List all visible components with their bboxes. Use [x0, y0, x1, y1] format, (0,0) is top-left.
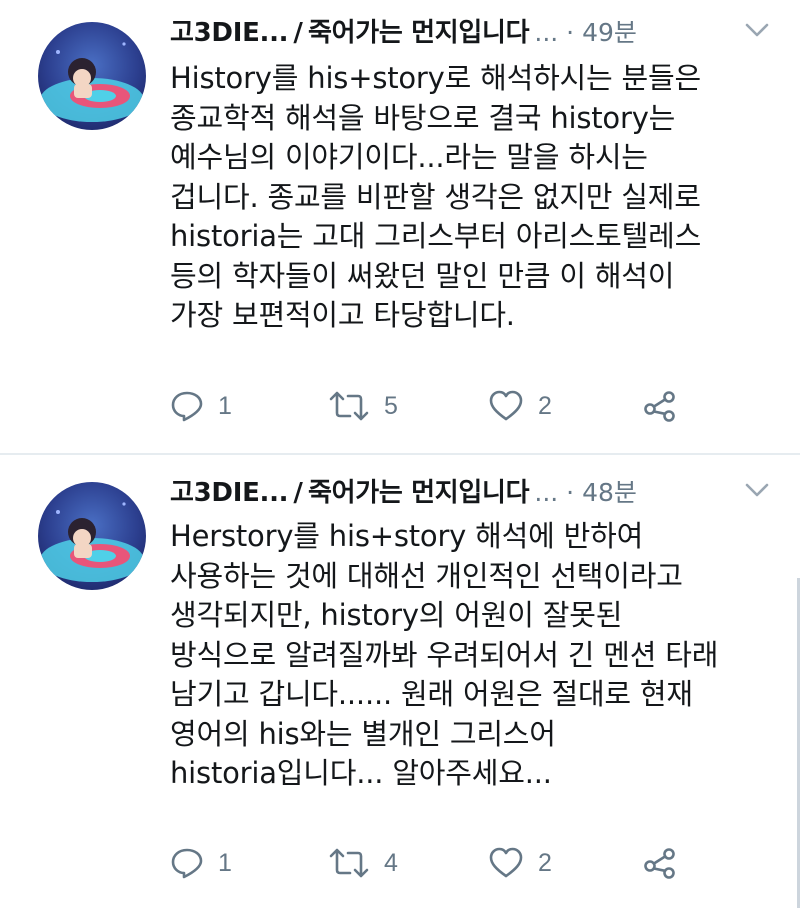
tweet-header: 고3DIE... / 죽어가는 먼지입니다 ... · 48분 [170, 472, 800, 512]
tweet-text-line: 남기고 갑니다...... 원래 어원은 절대로 현재 [170, 677, 693, 711]
author-display-name[interactable]: 죽어가는 먼지입니다 [308, 478, 530, 508]
share-icon [642, 846, 678, 880]
tweet-text-line: historia입니다... 알아주세요... [170, 756, 552, 790]
author-name[interactable]: 고3DIE... [170, 478, 289, 508]
retweet-icon [328, 389, 370, 423]
retweet-button[interactable]: 5 [328, 386, 398, 426]
tweet-text-line: historia는 고대 그리스부터 아리스토텔레스 [170, 219, 702, 253]
tweet-text-line: History를 his+story로 해석하시는 분들은 [170, 61, 701, 95]
like-count: 2 [538, 391, 552, 420]
share-button[interactable] [642, 386, 678, 426]
tweet-text-line: 겁니다. 종교를 비판할 생각은 없지만 실제로 [170, 179, 701, 214]
tweet-header: 고3DIE... / 죽어가는 먼지입니다 ... · 49분 [170, 12, 800, 52]
share-button[interactable] [642, 843, 678, 883]
tweet[interactable]: 고3DIE... / 죽어가는 먼지입니다 ... · 48분 Herstory… [0, 455, 800, 915]
tweet-actions: 1 5 2 [170, 386, 730, 426]
share-icon [642, 389, 678, 423]
like-button[interactable]: 2 [488, 386, 552, 426]
tweet-text-line: 생각되지만, history의 어원이 잘못된 [170, 598, 623, 632]
reply-button[interactable]: 1 [170, 843, 232, 883]
name-separator: / [293, 478, 303, 508]
author-display-name[interactable]: 죽어가는 먼지입니다 [308, 18, 530, 48]
tweet-actions: 1 4 2 [170, 843, 730, 883]
tweet-text: History를 his+story로 해석하시는 분들은 종교학적 해석을 바… [170, 59, 785, 336]
avatar[interactable] [38, 482, 146, 590]
tweet-text-line: 사용하는 것에 대해선 개인적인 선택이라고 [170, 558, 683, 593]
reply-icon [170, 389, 204, 423]
reply-count: 1 [218, 848, 232, 877]
like-count: 2 [538, 848, 552, 877]
chevron-down-icon[interactable] [744, 480, 770, 500]
like-button[interactable]: 2 [488, 843, 552, 883]
tweet-text-line: 예수님의 이야기이다...라는 말을 하시는 [170, 140, 648, 174]
chevron-down-icon[interactable] [744, 20, 770, 40]
avatar[interactable] [38, 22, 146, 130]
reply-icon [170, 846, 204, 880]
tweet-text-line: 방식으로 알려질까봐 우려되어서 긴 멘션 타래 [170, 637, 719, 672]
retweet-count: 5 [384, 391, 398, 420]
heart-icon [488, 389, 524, 423]
tweet-timestamp[interactable]: ... · 49분 [534, 18, 637, 47]
tweet[interactable]: 고3DIE... / 죽어가는 먼지입니다 ... · 49분 History를… [0, 0, 800, 455]
tweet-text-line: 영어의 his와는 별개인 그리스어 [170, 716, 556, 751]
tweet-timestamp[interactable]: ... · 48분 [534, 478, 637, 507]
retweet-button[interactable]: 4 [328, 843, 398, 883]
tweet-text-line: 종교학적 해석을 바탕으로 결국 history는 [170, 100, 676, 135]
retweet-count: 4 [384, 848, 398, 877]
reply-button[interactable]: 1 [170, 386, 232, 426]
author-name[interactable]: 고3DIE... [170, 18, 289, 48]
tweet-text-line: Herstory를 his+story 해석에 반하여 [170, 519, 644, 553]
tweet-text-line: 등의 학자들이 써왔던 말인 만큼 이 해석이 [170, 258, 675, 293]
heart-icon [488, 846, 524, 880]
tweet-text: Herstory를 his+story 해석에 반하여 사용하는 것에 대해선 … [170, 517, 785, 794]
retweet-icon [328, 846, 370, 880]
tweet-text-line: 가장 보편적이고 타당합니다. [170, 298, 515, 332]
reply-count: 1 [218, 391, 232, 420]
name-separator: / [293, 18, 303, 48]
